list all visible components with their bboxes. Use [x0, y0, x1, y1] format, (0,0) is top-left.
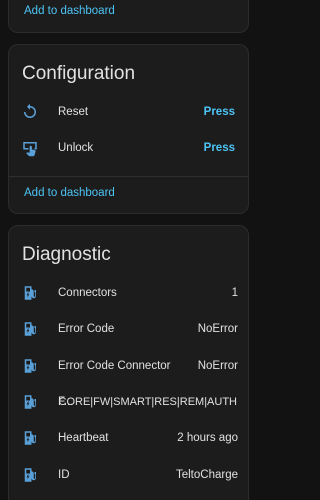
ev-station-icon: [24, 395, 36, 409]
diagnostic-row-value: 1: [231, 287, 238, 299]
reset-press-button[interactable]: Press: [204, 106, 235, 118]
config-row-label: Reset: [58, 106, 89, 118]
config-row-unlock[interactable]: Unlock Press: [9, 136, 248, 160]
unlock-press-button[interactable]: Press: [204, 142, 235, 154]
diagnostic-row-label: Heartbeat: [58, 432, 109, 444]
diagnostic-row-label: Error Code Connector: [58, 360, 171, 372]
diagnostic-row-label: Error Code: [58, 323, 115, 335]
ev-station-icon: [24, 359, 36, 373]
ev-station-icon: [24, 322, 36, 336]
configuration-title: Configuration: [22, 63, 136, 84]
diagnostic-row-label: Connectors: [58, 287, 117, 299]
add-to-dashboard-link[interactable]: Add to dashboard: [24, 187, 115, 199]
diagnostic-title: Diagnostic: [22, 244, 111, 265]
diagnostic-row-label: ID: [58, 469, 70, 481]
add-to-dashboard-link[interactable]: Add to dashboard: [24, 5, 115, 17]
diagnostic-row-value: CORE|FW|SMART|RES|REM|AUTH: [58, 396, 237, 408]
config-row-label: Unlock: [58, 142, 94, 154]
ev-station-icon: [24, 431, 36, 445]
ev-station-icon: [24, 286, 36, 300]
device-page: Add to dashboard Configuration Reset Pre…: [0, 0, 256, 500]
diagnostic-row-value: 2 hours ago: [177, 432, 238, 444]
diagnostic-row-value: NoError: [197, 360, 238, 372]
diagnostic-row-error-code[interactable]: Error Code NoError: [9, 317, 248, 341]
diagnostic-row-id[interactable]: ID TeltoCharge: [9, 463, 248, 487]
ev-station-icon: [24, 468, 36, 482]
diagnostic-row-features[interactable]: F... CORE|FW|SMART|RES|REM|AUTH: [9, 390, 248, 414]
diagnostic-row-error-code-connector[interactable]: Error Code Connector NoError: [9, 354, 248, 378]
configuration-card: Configuration Reset Press Unlock Press A…: [8, 44, 249, 214]
gesture-tap-button-icon: [23, 142, 37, 157]
diagnostic-row-heartbeat[interactable]: Heartbeat 2 hours ago: [9, 426, 248, 450]
restart-icon: [24, 103, 37, 118]
diagnostic-row-value: NoError: [197, 323, 238, 335]
diagnostic-card: Diagnostic Connectors 1 Error Code NoErr…: [8, 225, 249, 500]
card-divider: [9, 176, 248, 177]
diagnostic-row-connectors[interactable]: Connectors 1: [9, 281, 248, 305]
controls-card: Add to dashboard: [8, 0, 249, 33]
diagnostic-row-value: TeltoCharge: [175, 469, 238, 481]
config-row-reset[interactable]: Reset Press: [9, 100, 248, 124]
